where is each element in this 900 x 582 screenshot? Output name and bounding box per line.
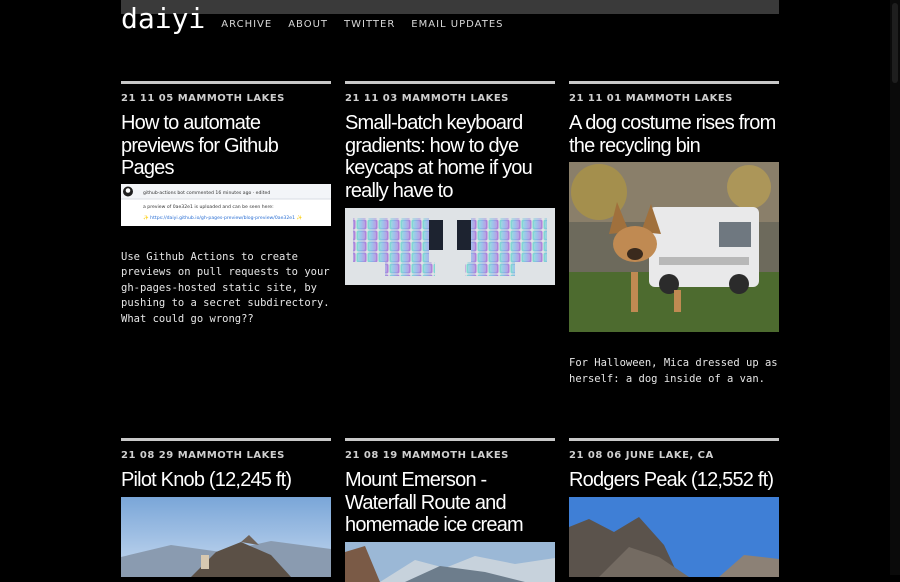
svg-text:✨ https://daiyi.github.io/gh-p: ✨ https://daiyi.github.io/gh-pages-previ… (143, 214, 302, 221)
mountain-photo (121, 496, 331, 577)
post-card: 21 08 29 MAMMOTH LAKES Pilot Knob (12,24… (121, 438, 331, 577)
post-title[interactable]: Pilot Knob (12,245 ft) (121, 469, 331, 492)
post-thumbnail[interactable]: github-actions bot commented 16 minutes … (121, 183, 331, 226)
nav-twitter-link[interactable]: TWITTER (344, 19, 395, 30)
post-description: For Halloween, Mica dressed up as hersel… (569, 357, 778, 385)
dog-costume-photo (569, 162, 779, 332)
post-meta: 21 11 05 MAMMOTH LAKES (121, 93, 285, 104)
scrollbar-thumb[interactable] (892, 3, 898, 83)
site-header: daiyi ARCHIVE ABOUT TWITTER EMAIL UPDATE… (121, 2, 504, 36)
main-nav: ARCHIVE ABOUT TWITTER EMAIL UPDATES (221, 19, 503, 36)
nav-email-updates-link[interactable]: EMAIL UPDATES (411, 19, 503, 30)
post-thumbnail[interactable] (345, 208, 555, 285)
post-card: 21 08 06 JUNE LAKE, CA Rodgers Peak (12,… (569, 438, 779, 577)
site-logo[interactable]: daiyi (121, 2, 205, 36)
post-card: 21 08 19 MAMMOTH LAKES Mount Emerson - W… (345, 438, 555, 582)
post-meta: 21 08 06 JUNE LAKE, CA (569, 450, 714, 461)
nav-archive-link[interactable]: ARCHIVE (221, 19, 272, 30)
svg-text:a preview of 0ae32e1 is uplo: a preview of 0ae32e1 is uploaded and can… (143, 204, 274, 210)
nav-about-link[interactable]: ABOUT (288, 19, 328, 30)
post-title[interactable]: How to automate previews for Github Page… (121, 112, 331, 180)
scrollbar[interactable] (890, 0, 900, 575)
post-thumbnail[interactable] (345, 541, 555, 582)
post-meta: 21 08 19 MAMMOTH LAKES (345, 450, 509, 461)
github-preview-screenshot: github-actions bot commented 16 minutes … (121, 183, 331, 226)
post-title[interactable]: A dog costume rises from the recycling b… (569, 112, 779, 157)
post-meta: 21 11 03 MAMMOTH LAKES (345, 93, 509, 104)
post-card: 21 11 05 MAMMOTH LAKES How to automate p… (121, 81, 331, 327)
post-title[interactable]: Mount Emerson - Waterfall Route and home… (345, 469, 555, 537)
keyboard-photo (345, 208, 555, 285)
mountain-photo (569, 496, 779, 577)
post-card: 21 11 03 MAMMOTH LAKES Small-batch keybo… (345, 81, 555, 285)
post-card: 21 11 01 MAMMOTH LAKES A dog costume ris… (569, 81, 779, 387)
mountain-photo (345, 541, 555, 582)
post-title[interactable]: Rodgers Peak (12,552 ft) (569, 469, 779, 492)
post-meta: 21 08 29 MAMMOTH LAKES (121, 450, 285, 461)
post-description: Use Github Actions to create previews on… (121, 250, 330, 325)
post-thumbnail[interactable] (569, 162, 779, 332)
post-title[interactable]: Small-batch keyboard gradients: how to d… (345, 112, 555, 202)
post-thumbnail[interactable] (121, 496, 331, 577)
svg-text:github-actions bot commented: github-actions bot commented 16 minutes … (143, 190, 270, 196)
post-thumbnail[interactable] (569, 496, 779, 577)
post-meta: 21 11 01 MAMMOTH LAKES (569, 93, 733, 104)
